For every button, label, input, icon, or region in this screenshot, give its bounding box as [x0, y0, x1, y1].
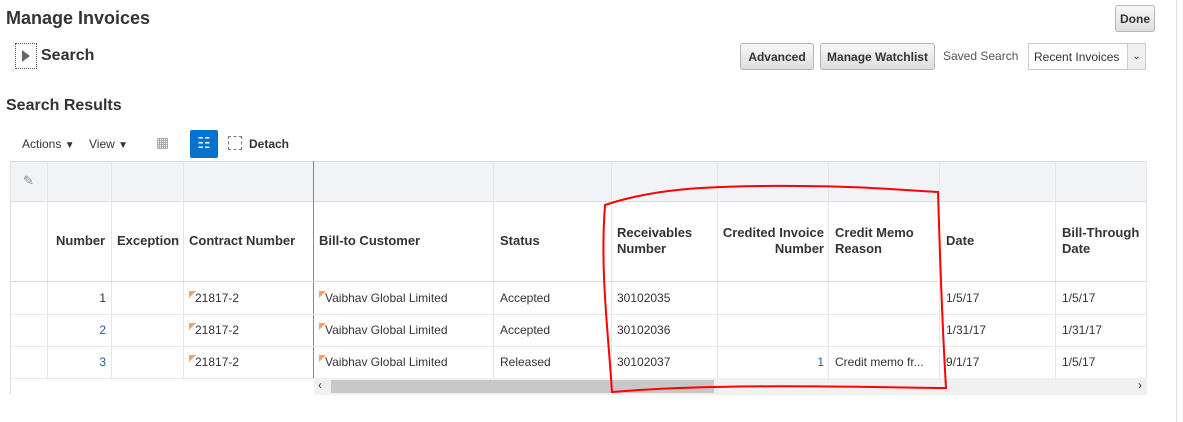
red-annotation-outline	[602, 184, 948, 394]
